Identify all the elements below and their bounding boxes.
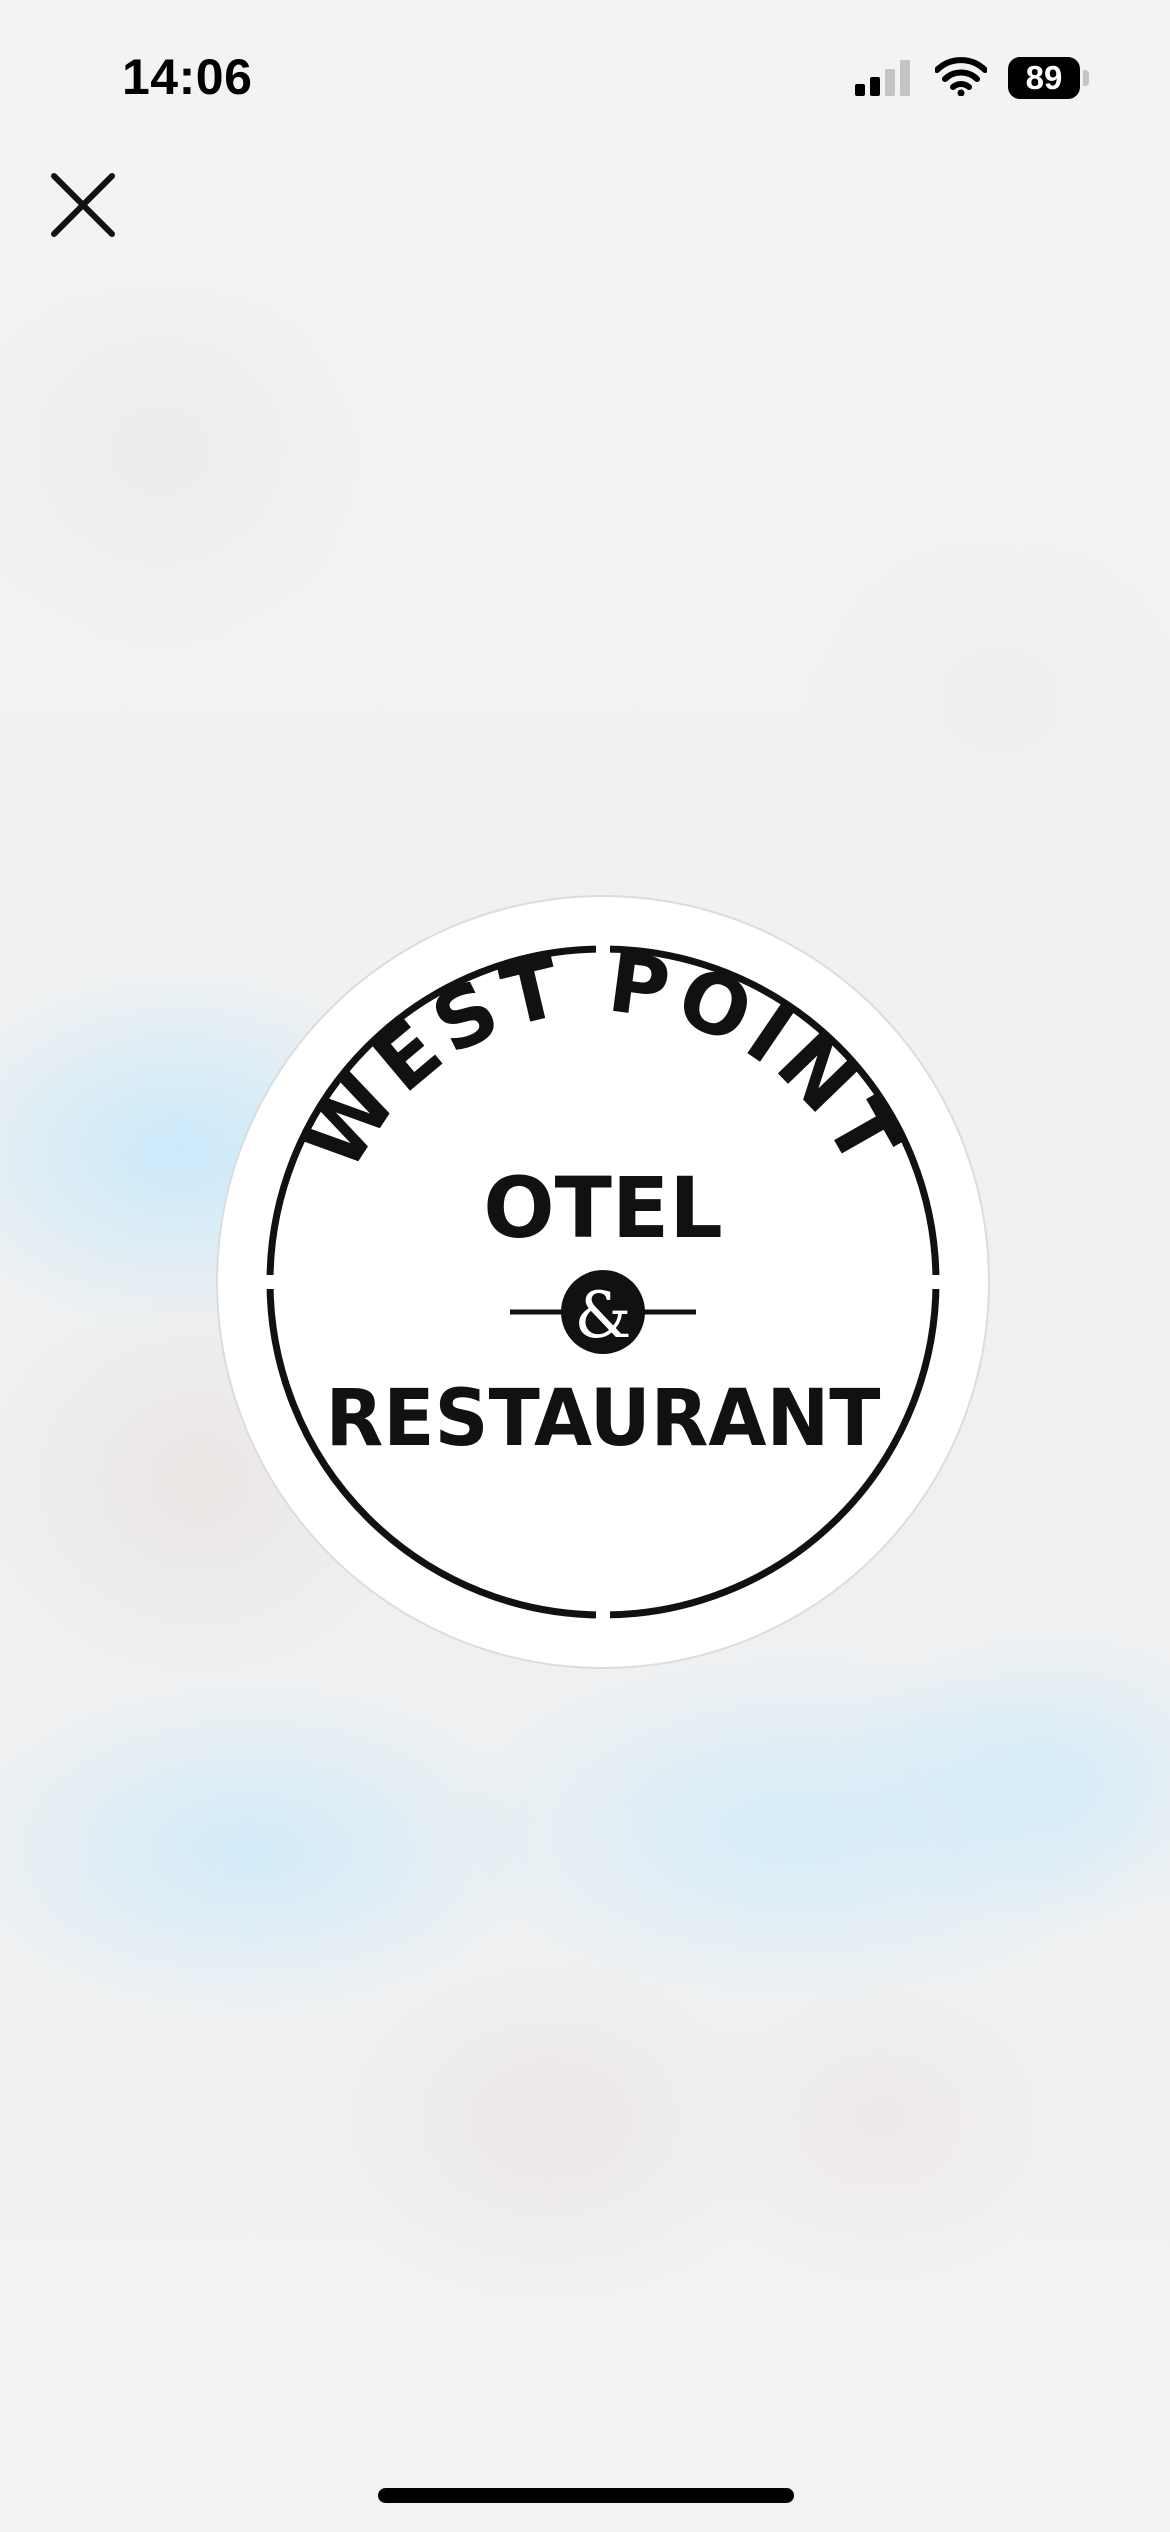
logo-arc-text: WEST POINT [286,936,920,1187]
logo-ampersand: & [575,1279,632,1353]
battery-cap [1083,70,1089,86]
close-button[interactable] [40,160,128,248]
status-bar: 14:06 89 [0,0,1170,150]
logo-emblem: WEST POINT OTEL & RESTAURANT [258,936,948,1627]
battery-level: 89 [1025,59,1063,96]
logo-line-restaurant: RESTAURANT [326,1374,881,1464]
battery-icon: 89 [1008,57,1090,99]
home-indicator[interactable] [378,2488,794,2503]
close-icon [51,173,115,237]
status-time: 14:06 [122,49,253,105]
logo-ampersand-badge: & [510,1270,696,1354]
profile-logo: WEST POINT OTEL & RESTAURANT [218,897,988,1667]
wifi-icon [935,57,987,96]
signal-icon [855,60,910,96]
logo-line-otel: OTEL [483,1159,723,1257]
